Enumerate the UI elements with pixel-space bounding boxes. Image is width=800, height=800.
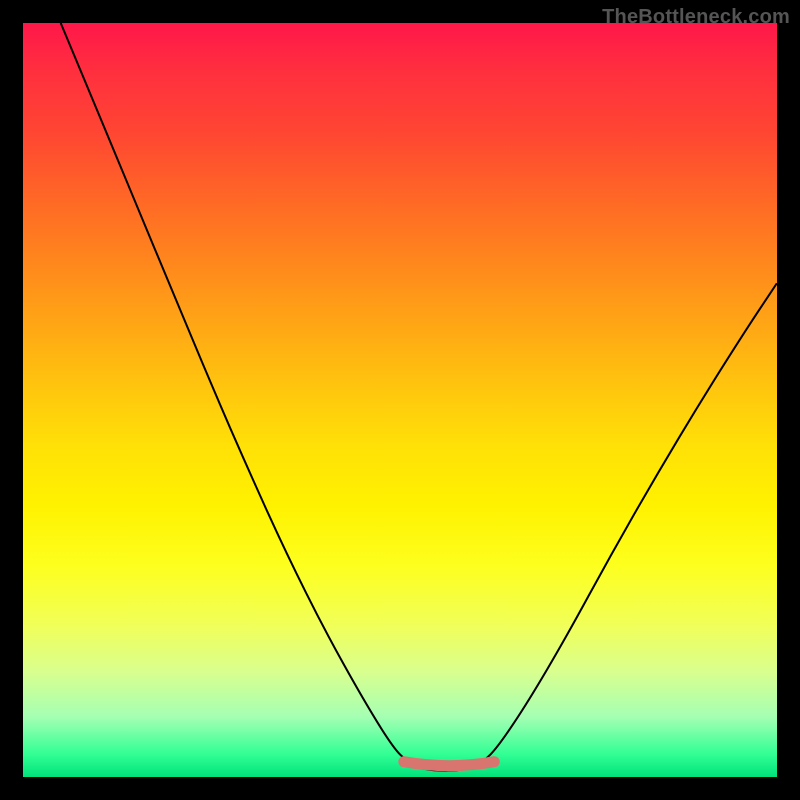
bottleneck-curve — [23, 23, 777, 777]
chart-frame: TheBottleneck.com — [0, 0, 800, 800]
watermark-text: TheBottleneck.com — [602, 6, 790, 29]
plot-area — [23, 23, 777, 777]
optimal-zone-marker — [404, 762, 495, 766]
curve-line — [61, 23, 777, 771]
